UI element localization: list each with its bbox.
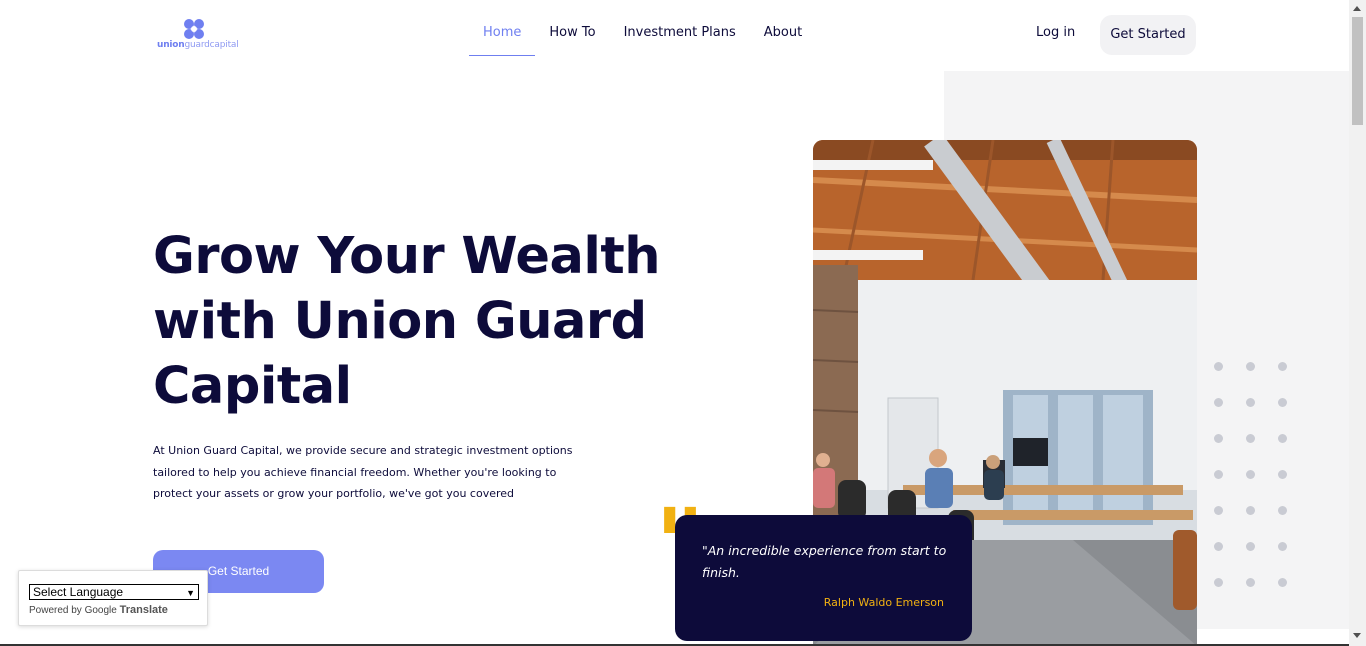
scroll-up-icon[interactable] [1353,6,1361,11]
decorative-dot [1246,470,1255,479]
decorative-dot [1278,542,1287,551]
scroll-down-icon[interactable] [1353,633,1361,638]
decorative-dot [1278,434,1287,443]
decorative-dot [1246,578,1255,587]
nav-item-how-to[interactable]: How To [535,0,609,56]
nav-item-about[interactable]: About [750,0,816,56]
translate-label: Translate [119,604,168,616]
decorative-dot [1214,434,1223,443]
hero-headline: Grow Your Wealth with Union Guard Capita… [153,224,673,419]
decorative-dot [1214,398,1223,407]
language-select[interactable]: Select Language ▼ [29,584,199,600]
decorative-dot [1278,506,1287,515]
main-nav: Home How To Investment Plans About [469,0,816,56]
header-get-started-button[interactable]: Get Started [1100,15,1196,55]
decorative-dot [1214,506,1223,515]
testimonial-card: "An incredible experience from start to … [675,515,972,641]
google-translate-widget: Select Language ▼ Powered by Google Tran… [18,570,208,626]
powered-by-google[interactable]: Powered by Google Translate [29,604,168,616]
decorative-dot [1246,542,1255,551]
page-scrollbar[interactable] [1349,0,1366,646]
decorative-dot [1278,578,1287,587]
nav-item-investment-plans[interactable]: Investment Plans [610,0,750,56]
brand-logo[interactable]: unionguardcapital [157,18,239,52]
testimonial-author: Ralph Waldo Emerson [823,596,944,609]
headline-line-1: Grow Your Wealth [153,227,661,286]
hero-description: At Union Guard Capital, we provide secur… [153,444,573,500]
powered-by-label: Powered by [29,605,82,616]
headline-line-3: Capital [153,357,352,416]
nav-item-home[interactable]: Home [469,0,536,56]
logo-wordmark: unionguardcapital [157,40,239,50]
decorative-dot [1214,578,1223,587]
decorative-dot [1214,470,1223,479]
chevron-down-icon: ▼ [186,588,195,598]
decorative-dot [1246,506,1255,515]
login-link[interactable]: Log in [1036,25,1075,40]
decorative-dot-grid [1214,362,1294,592]
language-select-value: Select Language [33,585,124,599]
decorative-dot [1246,434,1255,443]
headline-line-2: with Union Guard [153,292,647,351]
decorative-dot [1214,542,1223,551]
decorative-dot [1214,362,1223,371]
site-header: unionguardcapital Home How To Investment… [0,0,1349,70]
decorative-dot [1278,470,1287,479]
scroll-thumb[interactable] [1352,17,1363,125]
decorative-dot [1278,362,1287,371]
clover-logo-icon [184,19,204,39]
decorative-dot [1278,398,1287,407]
testimonial-text: "An incredible experience from start to … [702,543,947,580]
decorative-dot [1246,362,1255,371]
decorative-dot [1246,398,1255,407]
google-logo-text: Google [84,605,117,616]
